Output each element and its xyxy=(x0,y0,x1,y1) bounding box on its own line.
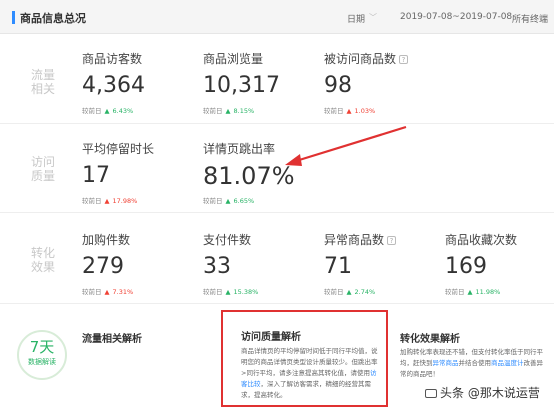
compare-label: 较前日 xyxy=(324,288,344,296)
conversion-analysis-title: 转化效果解析 xyxy=(400,334,460,345)
metric-favorites[interactable]: 商品收藏次数 169 较前日 ▲ 11.98% xyxy=(445,231,517,296)
highlight-box xyxy=(221,310,388,407)
abnormal-items-link[interactable]: 异常商品 xyxy=(433,359,459,367)
metric-compare: 较前日 ▲ 2.74% xyxy=(324,286,396,296)
change-value: 2.74% xyxy=(354,288,376,296)
watermark-text: 头条 @那木说运营 xyxy=(440,386,540,400)
help-icon[interactable]: ? xyxy=(387,236,397,245)
traffic-analysis-title: 流量相关解析 xyxy=(82,334,142,345)
seven-day-number: 7天 xyxy=(29,338,55,356)
trend-up-icon: ▲ xyxy=(225,288,231,296)
change-value: 11.98% xyxy=(475,288,501,296)
seven-day-interpretation-button[interactable]: 7天 数据解读 xyxy=(17,330,67,380)
trend-up-icon: ▲ xyxy=(104,288,110,296)
metric-value: 71 xyxy=(324,254,352,279)
metric-value: 33 xyxy=(203,254,231,279)
metric-name: 商品收藏次数 xyxy=(445,233,518,247)
compare-label: 较前日 xyxy=(82,288,102,296)
metric-name: 异常商品数? xyxy=(324,231,397,248)
metric-name-text: 异常商品数 xyxy=(324,233,385,247)
metric-value: 279 xyxy=(82,254,124,279)
change-value: 7.31% xyxy=(112,288,134,296)
seven-day-label: 数据解读 xyxy=(28,358,56,366)
item-thermometer-link[interactable]: 商品温度计 xyxy=(491,359,524,367)
metric-cart-items[interactable]: 加购件数 279 较前日 ▲ 7.31% xyxy=(82,231,133,296)
metric-value: 169 xyxy=(445,254,487,279)
watermark: 头条 @那木说运营 xyxy=(425,384,540,401)
metric-compare: 较前日 ▲ 7.31% xyxy=(82,286,133,296)
change-value: 15.38% xyxy=(233,288,259,296)
analysis-text: 并结合使用 xyxy=(458,359,492,367)
compare-label: 较前日 xyxy=(445,288,465,296)
compare-label: 较前日 xyxy=(203,288,223,296)
metric-abnormal-items[interactable]: 异常商品数? 71 较前日 ▲ 2.74% xyxy=(324,231,397,296)
trend-up-icon: ▲ xyxy=(346,288,352,296)
metric-name: 加购件数 xyxy=(82,233,131,247)
metric-compare: 较前日 ▲ 15.38% xyxy=(203,286,258,296)
trend-up-icon: ▲ xyxy=(467,288,473,296)
metric-name: 支付件数 xyxy=(203,233,252,247)
conversion-analysis-body: 加购转化率表现还不错，但支付转化率低于同行平均，赶快到异常商品并结合使用商品温度… xyxy=(400,347,545,380)
camera-icon xyxy=(425,389,437,398)
metric-paid-items[interactable]: 支付件数 33 较前日 ▲ 15.38% xyxy=(203,231,258,296)
metric-compare: 较前日 ▲ 11.98% xyxy=(445,286,517,296)
